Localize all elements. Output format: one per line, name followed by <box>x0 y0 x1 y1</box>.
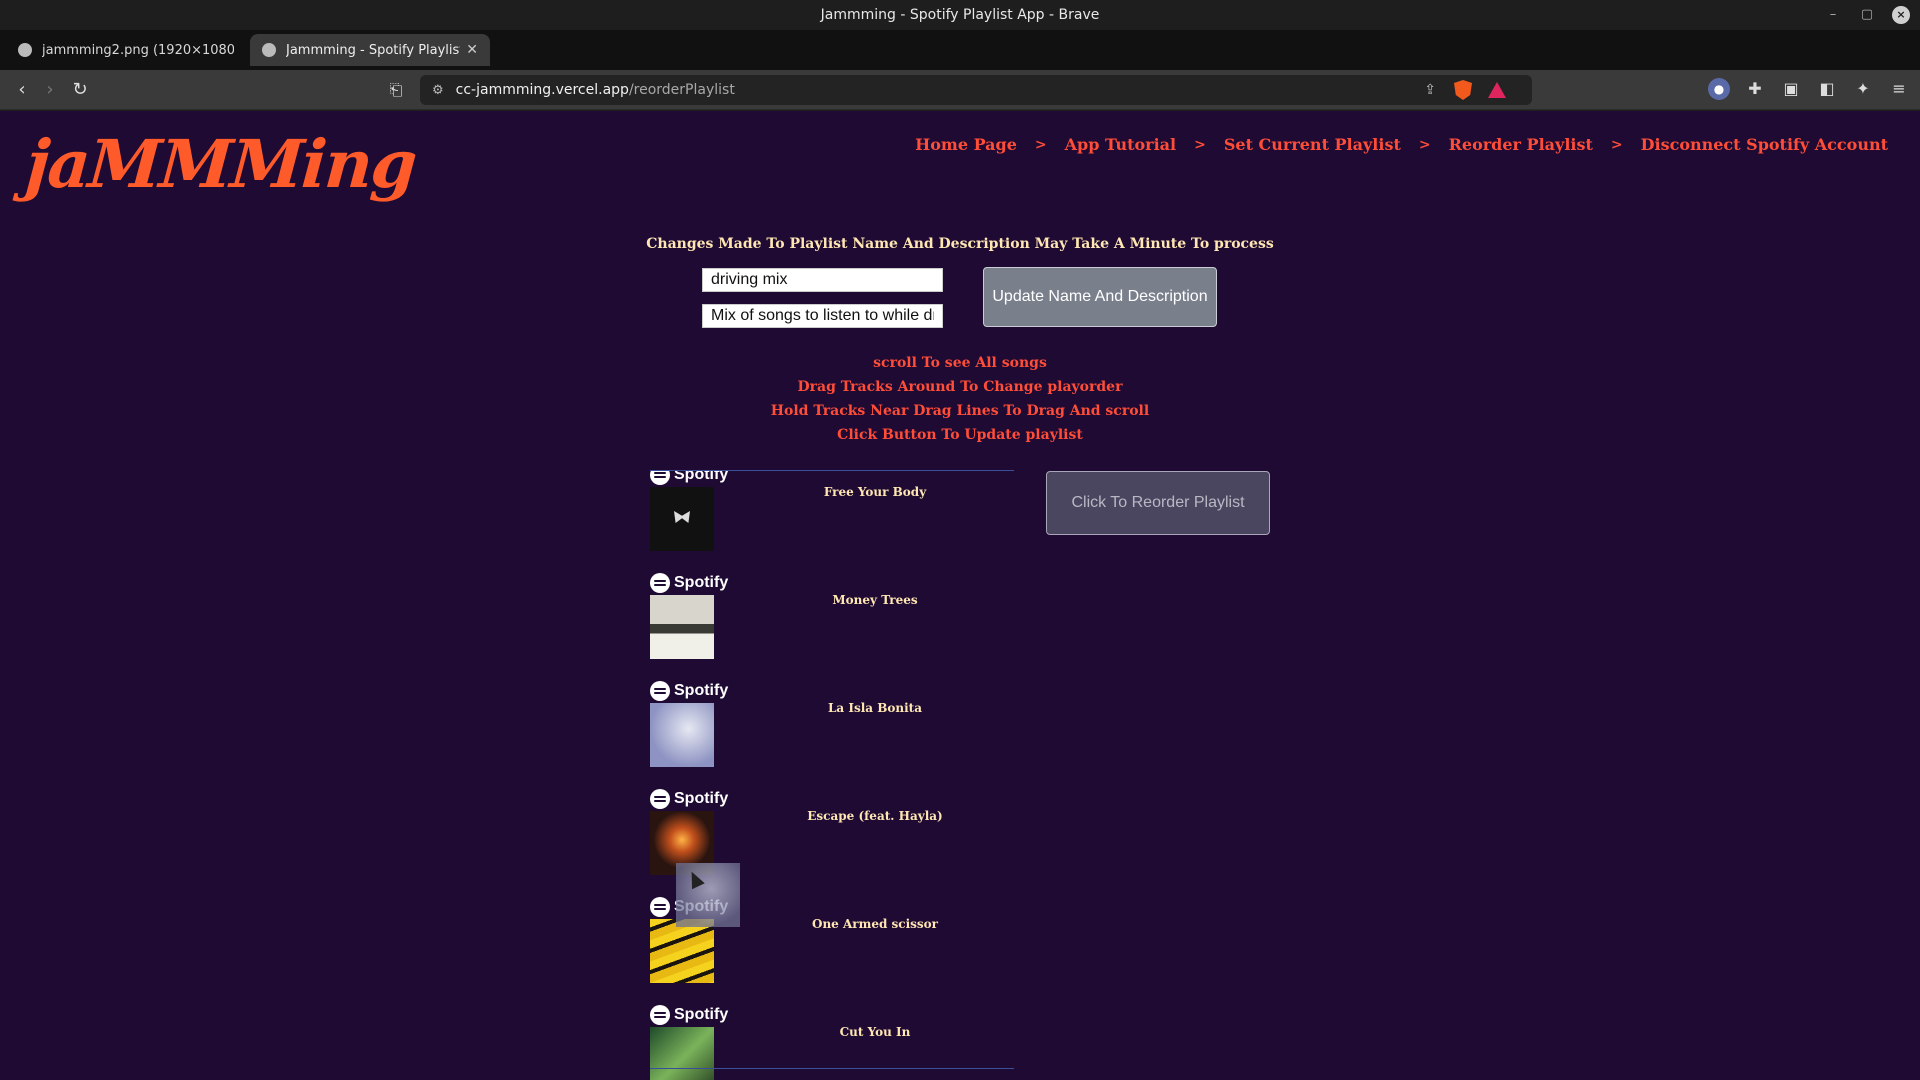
album-art <box>650 595 714 659</box>
nav-separator: > <box>1034 136 1047 153</box>
site-settings-icon[interactable]: ⚙ <box>432 83 444 98</box>
forward-icon[interactable]: › <box>38 78 62 102</box>
nav-home-page[interactable]: Home Page <box>915 135 1017 154</box>
track-title: One Armed scissor <box>812 917 938 931</box>
brave-rewards-icon[interactable] <box>1488 82 1506 98</box>
album-art <box>650 1027 714 1080</box>
profile-icon[interactable]: ● <box>1708 78 1730 100</box>
spotify-icon <box>650 573 670 593</box>
nav-set-current-playlist[interactable]: Set Current Playlist <box>1224 135 1401 154</box>
tab-strip: jammming2.png (1920×1080) Jammming - Spo… <box>0 30 1920 92</box>
spotify-icon <box>650 471 670 485</box>
top-nav: Home Page > App Tutorial > Set Current P… <box>915 135 1888 154</box>
album-art <box>650 703 714 767</box>
track-title: La Isla Bonita <box>827 701 923 715</box>
brave-shield-icon[interactable] <box>1454 80 1472 100</box>
window-title: Jammming - Spotify Playlist App - Brave <box>820 7 1100 23</box>
tab-label: Jammming - Spotify Playlist App <box>286 42 461 58</box>
instruction-line: Click Button To Update playlist <box>837 427 1083 443</box>
tab-image-preview[interactable]: jammming2.png (1920×1080) <box>6 34 246 66</box>
close-tab-icon[interactable]: ✕ <box>466 42 478 58</box>
globe-icon <box>18 43 32 57</box>
spotify-logo: Spotify <box>650 573 728 593</box>
update-name-description-button[interactable]: Update Name And Description <box>983 267 1217 327</box>
tab-label: jammming2.png (1920×1080) <box>42 42 234 58</box>
spotify-wordmark: Spotify <box>674 682 729 699</box>
track-item[interactable]: Spotify Free Your Body <box>650 470 1014 573</box>
spotify-logo: Spotify <box>650 470 729 485</box>
track-title: Money Trees <box>832 593 918 607</box>
playlist-name-input[interactable] <box>702 268 943 292</box>
track-title: Cut You In <box>839 1025 911 1039</box>
instruction-line: Hold Tracks Near Drag Lines To Drag And … <box>770 403 1150 419</box>
close-window-icon[interactable]: × <box>1892 6 1910 24</box>
maximize-icon[interactable]: ▢ <box>1858 6 1876 24</box>
spotify-wordmark: Spotify <box>674 574 729 591</box>
vercel-icon <box>262 43 276 57</box>
album-art <box>650 919 714 983</box>
url-host: cc-jammming.vercel.app <box>455 82 629 98</box>
nav-separator: > <box>1194 136 1206 153</box>
spotify-wordmark: Spotify <box>674 1006 729 1023</box>
spotify-icon <box>650 897 670 917</box>
spotify-logo: Spotify <box>650 789 728 809</box>
wallet-icon[interactable]: ▣ <box>1780 78 1802 100</box>
extensions-icon[interactable]: ✚ <box>1744 78 1766 100</box>
spotify-wordmark: Spotify <box>674 470 729 483</box>
spotify-icon <box>650 789 670 809</box>
minimize-icon[interactable]: – <box>1824 6 1842 24</box>
url-path: /reorderPlaylist <box>628 82 735 98</box>
sidebar-icon[interactable]: ◧ <box>1816 78 1838 100</box>
menu-icon[interactable]: ≡ <box>1888 78 1910 100</box>
spotify-logo: Spotify <box>650 1005 728 1025</box>
address-bar[interactable]: ⚙ cc-jammming.vercel.app/reorderPlaylist… <box>420 75 1532 105</box>
track-item[interactable]: Spotify Money Trees <box>650 573 1014 681</box>
drag-line-bottom <box>650 1068 1014 1069</box>
instructions: scroll To see All songs Drag Tracks Arou… <box>0 351 1920 447</box>
bookmark-icon[interactable]: ⎗ <box>386 78 406 102</box>
track-title: Free Your Body <box>823 485 927 499</box>
nav-separator: > <box>1610 136 1623 153</box>
track-item[interactable]: Spotify La Isla Bonita <box>650 681 1014 789</box>
back-icon[interactable]: ‹ <box>10 78 34 102</box>
spotify-wordmark: Spotify <box>674 790 729 807</box>
spotify-icon <box>650 681 670 701</box>
processing-notice: Changes Made To Playlist Name And Descri… <box>646 236 1274 252</box>
tab-jammming[interactable]: Jammming - Spotify Playlist App ✕ <box>250 34 490 66</box>
reorder-playlist-button[interactable]: Click To Reorder Playlist <box>1046 471 1270 535</box>
app-logo[interactable]: jaMMMing <box>23 125 417 203</box>
track-list[interactable]: Spotify Free Your Body Spotify Money Tre… <box>650 470 1014 1080</box>
window-controls: – ▢ × <box>1824 6 1910 24</box>
nav-reorder-playlist[interactable]: Reorder Playlist <box>1449 135 1593 154</box>
toolbar-actions: ● ✚ ▣ ◧ ✦ ≡ <box>1708 78 1910 100</box>
playlist-description-input[interactable] <box>702 304 943 328</box>
instruction-line: Drag Tracks Around To Change playorder <box>797 379 1123 395</box>
browser-toolbar: ‹ › ↻ ⎗ ⚙ cc-jammming.vercel.app/reorder… <box>0 70 1920 110</box>
window-titlebar: Jammming - Spotify Playlist App - Brave … <box>0 0 1920 30</box>
nav-app-tutorial[interactable]: App Tutorial <box>1065 135 1176 154</box>
track-title: Escape (feat. Hayla) <box>807 809 943 823</box>
spotify-logo: Spotify <box>650 681 728 701</box>
album-art <box>650 487 714 551</box>
dragged-track-ghost[interactable] <box>676 863 740 927</box>
share-icon[interactable]: ⇪ <box>1424 82 1436 98</box>
leo-ai-icon[interactable]: ✦ <box>1852 78 1874 100</box>
reload-icon[interactable]: ↻ <box>68 78 92 102</box>
nav-separator: > <box>1418 136 1431 153</box>
page-viewport: jaMMMing Home Page > App Tutorial > Set … <box>0 111 1920 1080</box>
spotify-icon <box>650 1005 670 1025</box>
instruction-line: scroll To see All songs <box>873 355 1047 371</box>
nav-disconnect-spotify[interactable]: Disconnect Spotify Account <box>1641 135 1888 154</box>
